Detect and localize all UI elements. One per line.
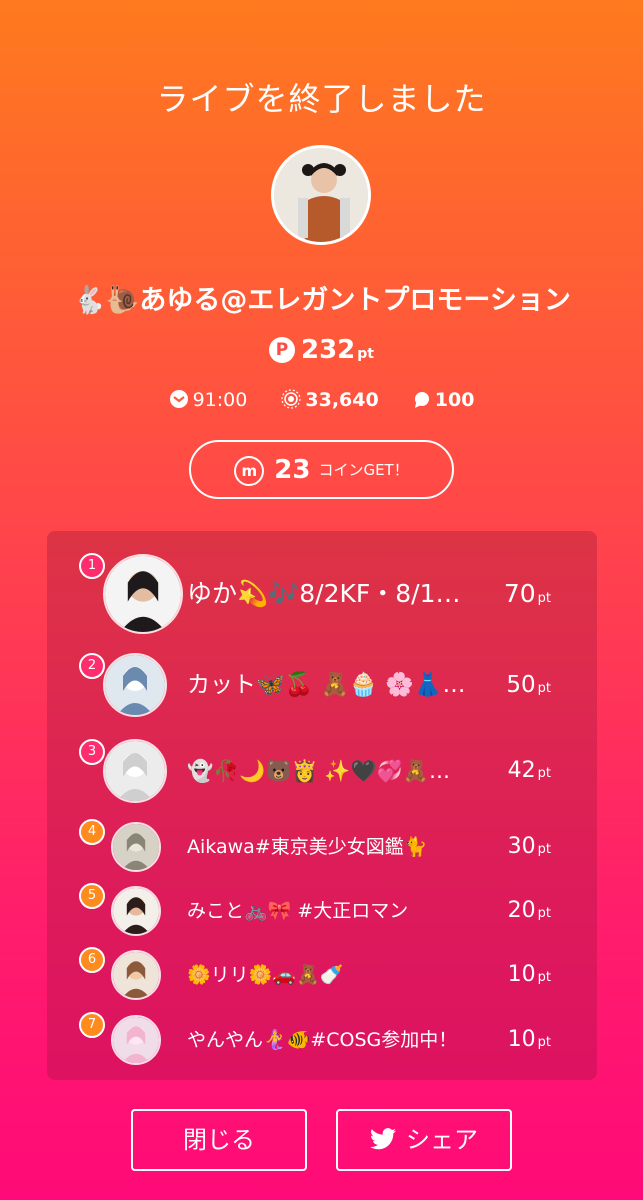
twitter-icon bbox=[370, 1128, 396, 1150]
clock-icon bbox=[169, 390, 188, 408]
ranking-name: Aikawa#東京美少女図鑑🐈 bbox=[187, 836, 428, 858]
ranking-name: カット🦋🍒 🧸🧁 🌸👗… bbox=[187, 672, 466, 698]
ranking-row[interactable]: 1 ゆか💫🎶8/2KF・8/1… 70 pt bbox=[47, 553, 597, 635]
page-title: ライブを終了しました bbox=[156, 80, 487, 118]
duration-value: 91:00 bbox=[192, 389, 248, 411]
duration-stat: 91:00 bbox=[169, 389, 248, 411]
girl-avatar[interactable] bbox=[103, 554, 183, 634]
ranking-name: 🌼リリ🌼🚗🧸🍼 bbox=[187, 964, 344, 986]
ranking-row[interactable]: 6 🌼リリ🌼🚗🧸🍼 10 pt bbox=[47, 947, 597, 1003]
ranking-points-value: 50 bbox=[506, 672, 536, 698]
drawing-avatar[interactable] bbox=[111, 822, 161, 872]
coin-get-button[interactable]: m 23 コインGET！ bbox=[189, 440, 454, 499]
bear-avatar[interactable] bbox=[103, 739, 167, 803]
stream-stats: 91:00 33,640 100 bbox=[0, 389, 643, 411]
ranking-row[interactable]: 7 やんやん🧜‍♀️🐠#COSG参加中！ 10 pt bbox=[47, 1012, 597, 1068]
points-unit: pt bbox=[357, 346, 374, 362]
ranking-row[interactable]: 4 Aikawa#東京美少女図鑑🐈 30 pt bbox=[47, 819, 597, 875]
ranking-points-unit: pt bbox=[537, 906, 551, 921]
points-value: 232 bbox=[301, 335, 356, 365]
ranking-row[interactable]: 5 みこと🚲🎀 #大正ロマン 20 pt bbox=[47, 883, 597, 939]
ranking-row[interactable]: 3 👻🥀🌙🐻👸 ✨🖤💞🧸… 42 pt bbox=[47, 739, 597, 803]
ranking-name: ゆか💫🎶8/2KF・8/1… bbox=[187, 579, 461, 608]
viewers-icon bbox=[281, 389, 301, 409]
coin-amount: 23 bbox=[274, 455, 311, 485]
ranking-points: 30 pt bbox=[508, 822, 551, 875]
comments-stat: 100 bbox=[413, 389, 475, 411]
comments-value: 100 bbox=[434, 389, 475, 411]
ranking-points-value: 20 bbox=[507, 898, 536, 923]
broadcaster-points: P 232 pt bbox=[0, 335, 643, 365]
ranking-points-unit: pt bbox=[537, 842, 551, 857]
viewers-stat: 33,640 bbox=[281, 389, 379, 411]
broadcaster-name: 🐇🐌あゆる@エレガントプロモーション bbox=[72, 285, 571, 316]
rank-badge: 1 bbox=[79, 553, 105, 579]
ranking-name: 👻🥀🌙🐻👸 ✨🖤💞🧸… bbox=[187, 759, 451, 783]
ranking-points-value: 42 bbox=[507, 758, 536, 783]
rank-badge: 2 bbox=[79, 653, 105, 679]
share-button-label: シェア bbox=[406, 1126, 478, 1154]
ranking-points-unit: pt bbox=[537, 681, 551, 696]
rank-badge: 3 bbox=[79, 739, 105, 765]
ranking-points-value: 70 bbox=[503, 579, 536, 608]
rank-badge: 5 bbox=[79, 883, 105, 909]
ranking-points-unit: pt bbox=[537, 766, 551, 781]
gift-ranking-list: 1 ゆか💫🎶8/2KF・8/1… 70 pt 2 カット🦋🍒 🧸🧁 🌸👗… 50 pt 3 👻🥀🌙… bbox=[47, 531, 597, 1080]
ranking-row[interactable]: 2 カット🦋🍒 🧸🧁 🌸👗… 50 pt bbox=[47, 653, 597, 717]
ranking-points-value: 10 bbox=[507, 1027, 536, 1052]
close-button-label: 閉じる bbox=[183, 1126, 255, 1154]
ranking-name: やんやん🧜‍♀️🐠#COSG参加中！ bbox=[187, 1029, 458, 1051]
coin-icon: m bbox=[234, 455, 265, 486]
ranking-points: 50 pt bbox=[506, 653, 551, 721]
rank-badge: 6 bbox=[79, 947, 105, 973]
rank-badge: 4 bbox=[79, 819, 105, 845]
broadcaster-photo-icon bbox=[274, 148, 368, 242]
ranking-points-unit: pt bbox=[537, 1035, 551, 1050]
ranking-points-value: 30 bbox=[507, 834, 536, 859]
viewers-value: 33,640 bbox=[305, 389, 379, 411]
sticker-avatar[interactable] bbox=[103, 653, 167, 717]
woman-avatar[interactable] bbox=[111, 950, 161, 1000]
comment-icon bbox=[414, 392, 429, 408]
ranking-points: 10 pt bbox=[508, 1015, 551, 1068]
glasses-avatar[interactable] bbox=[111, 886, 161, 936]
close-button[interactable]: 閉じる bbox=[131, 1109, 307, 1171]
ranking-points: 20 pt bbox=[508, 886, 551, 939]
ranking-points-unit: pt bbox=[537, 591, 551, 606]
rank-badge: 7 bbox=[79, 1012, 105, 1038]
ranking-points-value: 10 bbox=[507, 962, 536, 987]
ranking-name: みこと🚲🎀 #大正ロマン bbox=[187, 900, 409, 922]
pink-avatar[interactable] bbox=[111, 1015, 161, 1065]
ranking-points: 42 pt bbox=[508, 739, 551, 806]
ranking-points-unit: pt bbox=[537, 970, 551, 985]
ranking-points: 10 pt bbox=[508, 950, 551, 1003]
share-button[interactable]: シェア bbox=[336, 1109, 512, 1171]
ranking-points: 70 pt bbox=[504, 553, 551, 640]
points-icon: P bbox=[269, 337, 295, 363]
coin-label: コインGET！ bbox=[318, 461, 409, 479]
broadcaster-avatar bbox=[271, 145, 371, 245]
